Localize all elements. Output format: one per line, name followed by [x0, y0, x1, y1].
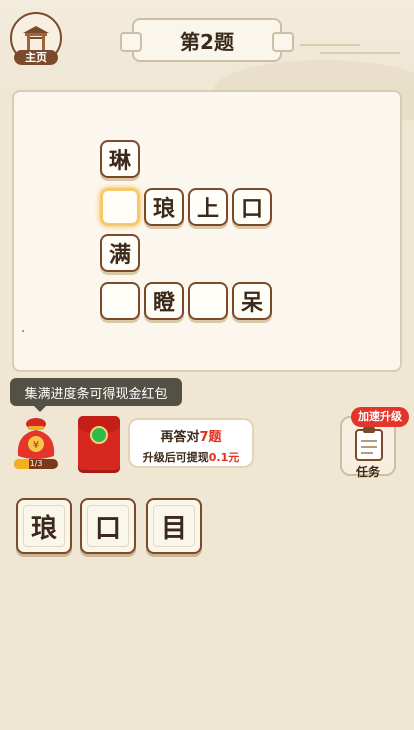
svg-text:¥: ¥: [33, 440, 39, 451]
answer-option[interactable]: 目: [146, 498, 202, 554]
lucky-bag-icon: ¥: [17, 418, 55, 459]
quest-info-box: 再答对7题 升级后可提现0.1元: [128, 418, 254, 468]
quest-line-1-text: 再答对: [160, 430, 200, 445]
answer-option[interactable]: 琅: [16, 498, 72, 554]
grid-cell[interactable]: 上: [188, 188, 228, 226]
grid-cell[interactable]: 瞪: [144, 282, 184, 320]
grid-cell[interactable]: 琅: [144, 188, 184, 226]
grid-cell[interactable]: 满: [100, 234, 140, 272]
grid-cell-empty[interactable]: [188, 282, 228, 320]
quest-line-1: 再答对7题: [130, 426, 252, 445]
pavilion-icon: [23, 26, 49, 50]
grid-cell[interactable]: 琳: [100, 140, 140, 178]
question-title: 第2题: [180, 29, 234, 54]
speed-up-badge[interactable]: 加速升级: [351, 407, 409, 427]
bag-progress-text: 1/3: [29, 459, 43, 468]
cloud-line-decoration: [320, 52, 400, 54]
grid-cell[interactable]: 呆: [232, 282, 272, 320]
task-label: 任务: [355, 465, 380, 479]
quest-count-highlight: 7题: [199, 430, 222, 445]
bag-progress-bar: 1/3: [14, 459, 58, 469]
quest-line-2: 升级后可提现0.1元: [130, 449, 252, 465]
red-envelope-button[interactable]: [78, 416, 120, 470]
answer-option[interactable]: 口: [80, 498, 136, 554]
bag-progress-fill: [14, 459, 29, 469]
clipboard-icon: [355, 427, 383, 461]
cash-amount-highlight: 0.1元: [208, 451, 240, 464]
wechat-icon: [90, 426, 108, 444]
grid-cell-selected[interactable]: [100, 188, 140, 226]
reward-tooltip-text: 集满进度条可得现金红包: [24, 386, 168, 402]
puzzle-board: 琳 琅 上 口 满 瞪 呆: [12, 90, 402, 372]
question-title-plate: 第2题: [120, 18, 294, 62]
grid-cell-empty[interactable]: [100, 282, 140, 320]
home-label[interactable]: 主页: [14, 50, 58, 65]
cloud-line-decoration: [300, 44, 360, 46]
grid-cell[interactable]: 口: [232, 188, 272, 226]
reward-tooltip: 集满进度条可得现金红包: [10, 378, 182, 412]
quest-line-2-text: 升级后可提现: [142, 451, 209, 464]
stray-dot: [22, 330, 24, 332]
